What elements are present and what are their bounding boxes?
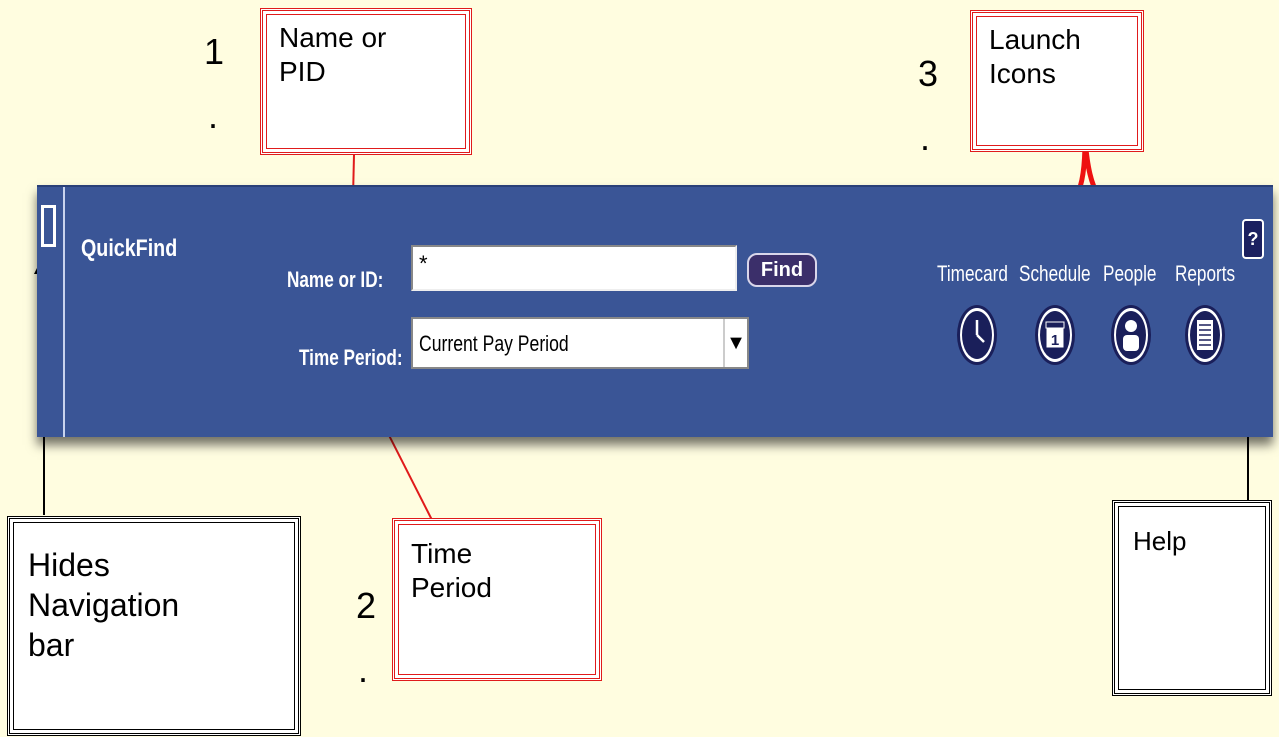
quickfind-title: QuickFind (81, 235, 178, 262)
person-icon[interactable] (1111, 305, 1151, 365)
hide-navigation-button[interactable] (41, 205, 56, 247)
step-number-1: 1 (204, 31, 225, 72)
callout-text: bar (28, 627, 75, 663)
launch-label-reports[interactable]: Reports (1175, 261, 1235, 287)
callout-text: Period (411, 572, 492, 603)
callout-text: Icons (989, 58, 1056, 89)
callout-launch-icons: Launch Icons (970, 10, 1144, 152)
time-period-value: Current Pay Period (419, 331, 569, 356)
callout-text: Help (1133, 526, 1187, 556)
callout-text: Name or (279, 22, 387, 53)
step-number-2: 2 (356, 585, 377, 626)
callout-text: Hides (28, 547, 110, 583)
time-period-select[interactable]: Current Pay Period ▼ (411, 317, 749, 369)
dropdown-arrow-icon[interactable]: ▼ (723, 319, 747, 367)
callout-text: Launch (989, 24, 1081, 55)
callout-text: PID (279, 56, 326, 87)
name-or-id-input[interactable]: * (411, 245, 737, 291)
time-period-label: Time Period: (299, 345, 403, 370)
hide-nav-strip (37, 187, 65, 437)
callout-text: Navigation (28, 587, 180, 623)
help-button[interactable]: ? (1242, 219, 1264, 259)
step-number-3: 3 (918, 53, 939, 94)
callout-help: Help (1112, 500, 1272, 696)
callout-hides-navigation: Hides Navigation bar (7, 516, 301, 736)
quickfind-bar: QuickFind Name or ID: * Find Time Period… (37, 185, 1273, 437)
step-number-3-dot: . (920, 117, 931, 158)
launch-label-schedule[interactable]: Schedule (1019, 261, 1091, 287)
step-number-2-dot: . (358, 649, 369, 690)
svg-text:1: 1 (1051, 332, 1059, 349)
clock-icon[interactable] (957, 305, 997, 365)
launch-label-people[interactable]: People (1103, 261, 1156, 287)
callout-name-or-pid: Name or PID (260, 8, 472, 155)
launch-label-timecard[interactable]: Timecard (937, 261, 1008, 287)
callout-text: Time (411, 538, 473, 569)
calendar-icon[interactable]: 1 (1035, 305, 1075, 365)
find-button[interactable]: Find (747, 253, 817, 287)
name-or-id-label: Name or ID: (287, 267, 384, 292)
step-number-1-dot: . (208, 95, 219, 136)
report-icon[interactable] (1185, 305, 1225, 365)
callout-time-period: Time Period (392, 518, 602, 681)
